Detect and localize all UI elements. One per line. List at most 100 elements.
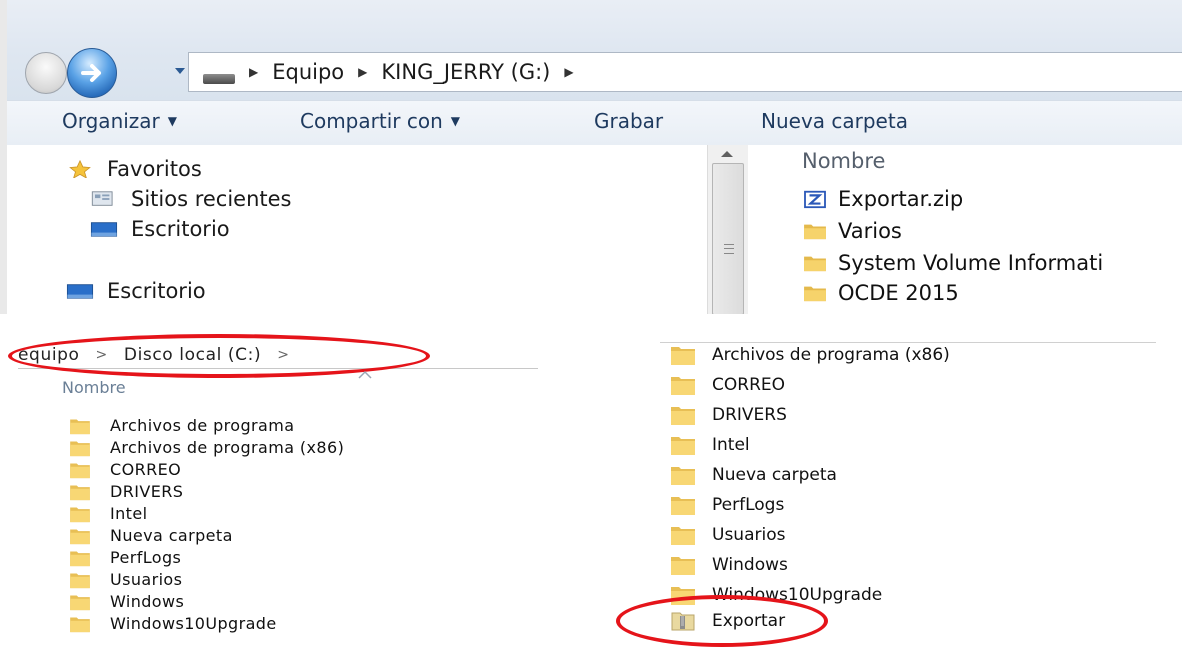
- new-folder-button[interactable]: Nueva carpeta: [761, 109, 908, 133]
- burn-button[interactable]: Grabar: [594, 109, 663, 133]
- zip-icon: [804, 190, 826, 209]
- explorer-window-top: ▶ Equipo ▶ KING_JERRY (G:) ▶ Organizar ▼ …: [0, 0, 1182, 314]
- folder-label: Intel: [712, 435, 750, 455]
- folder-label: Archivos de programa: [110, 416, 295, 435]
- column-header-name[interactable]: Nombre: [802, 149, 885, 173]
- folder-row[interactable]: Archivos de programa (x86): [66, 438, 344, 457]
- file-name: OCDE 2015: [838, 281, 959, 305]
- folder-icon: [804, 286, 826, 302]
- folder-label: Windows: [110, 592, 185, 611]
- folder-row[interactable]: Archivos de programa (x86): [670, 344, 950, 366]
- file-row[interactable]: System Volume Informati: [802, 251, 1103, 275]
- folder-row[interactable]: PerfLogs: [670, 494, 784, 516]
- folder-icon: [70, 440, 90, 456]
- nav-desktop-fav-label: Escritorio: [131, 217, 230, 241]
- folder-row[interactable]: Nueva carpeta: [66, 526, 233, 545]
- folder-label: CORREO: [712, 375, 785, 395]
- folder-icon: [671, 437, 695, 455]
- nav-pane-scrollbar[interactable]: [707, 145, 749, 314]
- folder-icon: [70, 572, 90, 588]
- folder-icon: [70, 550, 90, 566]
- organize-label: Organizar: [62, 109, 160, 133]
- folder-icon: [70, 418, 90, 434]
- folder-row[interactable]: CORREO: [66, 460, 181, 479]
- folder-row[interactable]: Usuarios: [670, 524, 785, 546]
- folder-row[interactable]: CORREO: [670, 374, 785, 396]
- share-button[interactable]: Compartir con ▼: [300, 109, 460, 133]
- folder-row[interactable]: DRIVERS: [66, 482, 183, 501]
- folder-row[interactable]: Intel: [66, 504, 147, 523]
- folder-label: PerfLogs: [712, 495, 785, 515]
- breadcrumb-drive[interactable]: KING_JERRY (G:): [381, 60, 550, 84]
- chevron-right-icon[interactable]: ▶: [564, 65, 573, 79]
- nav-favorites-label: Favoritos: [107, 157, 202, 181]
- folder-icon: [804, 224, 826, 240]
- folder-label: CORREO: [110, 460, 182, 479]
- scroll-up-icon[interactable]: [721, 151, 733, 157]
- nav-desktop-label: Escritorio: [107, 279, 206, 303]
- navigation-pane: Favoritos Sitios recientes Escritorio Es…: [7, 145, 707, 314]
- folder-label: Usuarios: [712, 525, 786, 545]
- dropdown-caret-icon: ▼: [450, 114, 460, 128]
- address-bar[interactable]: ▶ Equipo ▶ KING_JERRY (G:) ▶: [188, 52, 1182, 92]
- breadcrumb-equipo[interactable]: Equipo: [272, 60, 344, 84]
- organize-button[interactable]: Organizar ▼: [62, 109, 177, 133]
- nav-desktop-favorite[interactable]: Escritorio: [89, 217, 230, 241]
- folder-icon: [70, 616, 90, 632]
- folder-label: Nueva carpeta: [110, 526, 233, 545]
- folder-icon: [671, 377, 695, 395]
- desktop-icon: [90, 222, 118, 237]
- column-header-name[interactable]: Nombre: [62, 378, 126, 397]
- folder-row[interactable]: Archivos de programa: [66, 416, 294, 435]
- nav-desktop[interactable]: Escritorio: [65, 279, 206, 303]
- folder-row[interactable]: Intel: [670, 434, 750, 456]
- file-row[interactable]: Varios: [802, 219, 902, 243]
- file-name: Varios: [838, 219, 902, 243]
- nav-favorites[interactable]: Favoritos: [65, 157, 202, 181]
- folder-row[interactable]: Usuarios: [66, 570, 182, 589]
- folder-list-after-move: Archivos de programa (x86) CORREO DRIVERS I…: [560, 316, 1182, 647]
- chevron-right-icon[interactable]: ▶: [249, 65, 258, 79]
- scrollbar-thumb[interactable]: [712, 163, 744, 314]
- file-list-pane: Nombre Exportar.zip Varios System Volume…: [748, 145, 1182, 314]
- desktop-icon: [66, 284, 94, 299]
- folder-row[interactable]: DRIVERS: [670, 404, 787, 426]
- chevron-right-icon[interactable]: ▶: [358, 65, 367, 79]
- folder-label: Windows: [712, 555, 788, 575]
- file-name: Exportar.zip: [838, 187, 964, 211]
- folder-icon: [804, 256, 826, 272]
- folder-icon: [70, 506, 90, 522]
- folder-label: Usuarios: [110, 570, 183, 589]
- highlight-ellipse: [616, 595, 828, 647]
- recent-places-icon: [91, 191, 113, 206]
- list-top-divider: [660, 342, 1156, 343]
- folder-icon: [671, 407, 695, 425]
- folder-row[interactable]: Windows10Upgrade: [66, 614, 277, 633]
- forward-button[interactable]: [67, 48, 117, 98]
- file-row[interactable]: Exportar.zip: [802, 187, 963, 211]
- folder-label: Archivos de programa (x86): [712, 345, 950, 365]
- folder-icon: [671, 347, 695, 365]
- explorer-c-drive-panel: equipo > Disco local (C:) > Nombre Archi…: [0, 316, 560, 639]
- folder-icon: [70, 594, 90, 610]
- back-button[interactable]: [25, 52, 67, 94]
- file-row[interactable]: OCDE 2015: [802, 281, 959, 305]
- folder-icon: [671, 467, 695, 485]
- folder-row[interactable]: Nueva carpeta: [670, 464, 837, 486]
- history-dropdown-icon[interactable]: [173, 64, 187, 78]
- folder-icon: [671, 557, 695, 575]
- folder-icon: [70, 484, 90, 500]
- dropdown-caret-icon: ▼: [167, 114, 178, 128]
- folder-row[interactable]: Windows: [66, 592, 184, 611]
- drive-icon: [203, 74, 235, 84]
- folder-row[interactable]: PerfLogs: [66, 548, 181, 567]
- folder-row[interactable]: Windows: [670, 554, 788, 576]
- nav-recent-places[interactable]: Sitios recientes: [89, 187, 292, 211]
- folder-label: Windows10Upgrade: [110, 614, 277, 633]
- folder-icon: [70, 528, 90, 544]
- folder-label: Intel: [110, 504, 148, 523]
- nav-recent-label: Sitios recientes: [131, 187, 292, 211]
- folder-label: DRIVERS: [712, 405, 787, 425]
- folder-label: Nueva carpeta: [712, 465, 837, 485]
- command-bar: Organizar ▼ Compartir con ▼ Grabar Nueva c…: [7, 100, 1182, 146]
